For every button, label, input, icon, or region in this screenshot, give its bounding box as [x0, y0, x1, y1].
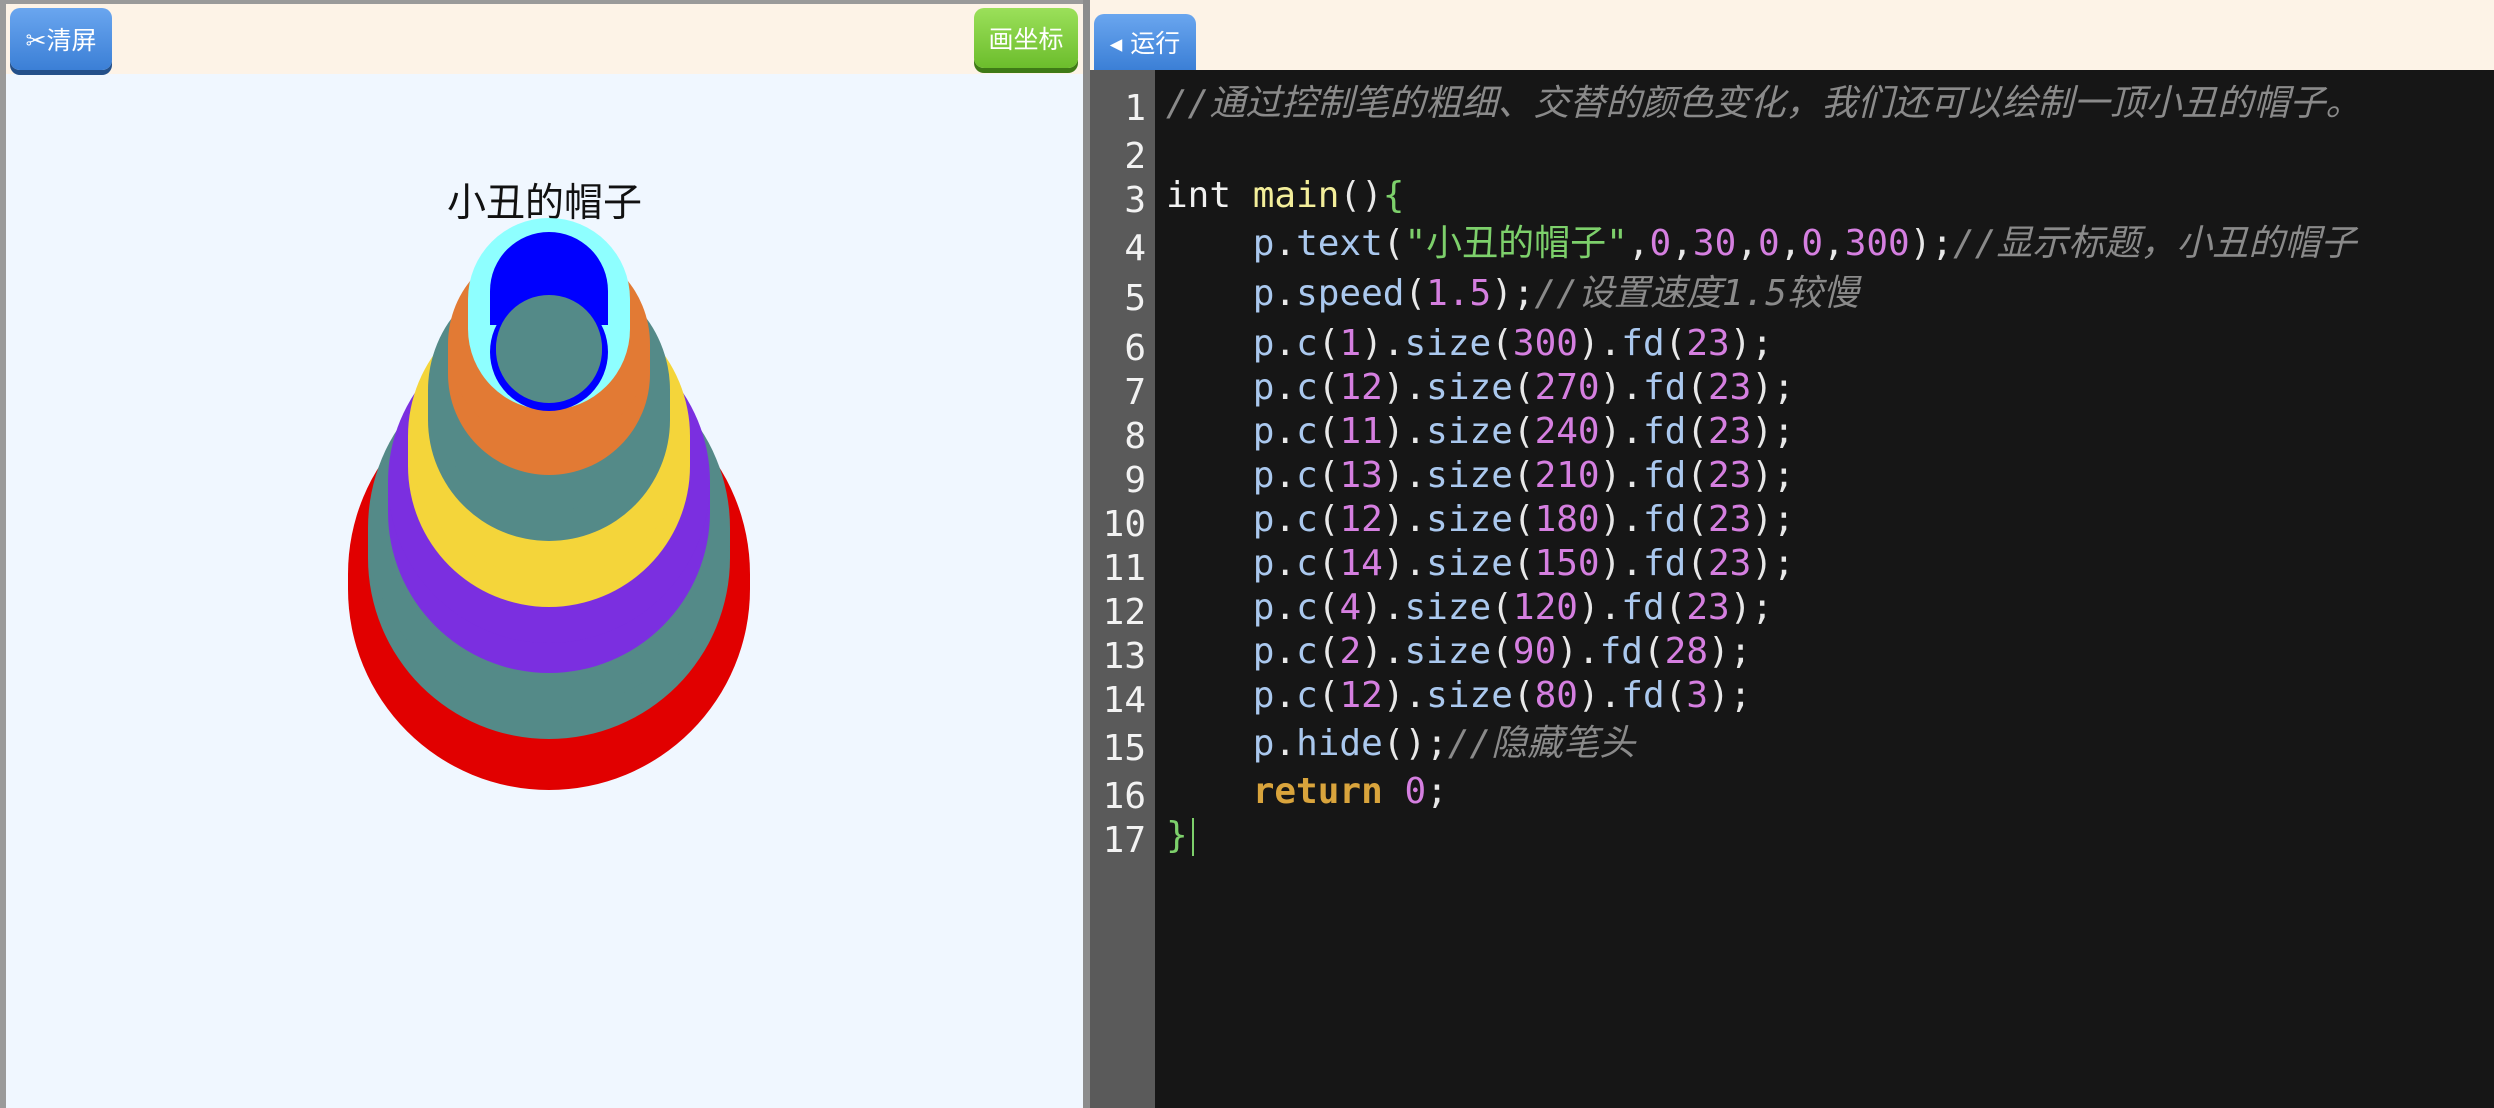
code-line[interactable]: p.c(4).size(120).fd(23); — [1166, 586, 1773, 630]
code-line[interactable]: p.c(12).size(270).fd(23); — [1166, 366, 1795, 410]
text-cursor — [1191, 818, 1194, 856]
line-number: 6 — [1124, 328, 1146, 369]
line-number: 15 — [1102, 728, 1146, 769]
line-number: 1 — [1124, 88, 1146, 129]
line-number: 11 — [1102, 548, 1146, 589]
line-number: 9 — [1124, 460, 1146, 501]
line-number: 3 — [1124, 180, 1146, 221]
line-number: 10 — [1102, 504, 1146, 545]
code-line[interactable]: } — [1166, 814, 1194, 858]
code-line[interactable]: p.c(12).size(180).fd(23); — [1166, 498, 1795, 542]
code-line[interactable]: //通过控制笔的粗细、交替的颜色变化，我们还可以绘制一顶小丑的帽子。 — [1166, 82, 2361, 126]
line-number: 14 — [1102, 680, 1146, 721]
line-number: 2 — [1124, 136, 1146, 177]
code-line[interactable]: p.c(13).size(210).fd(23); — [1166, 454, 1795, 498]
line-number: 7 — [1124, 372, 1146, 413]
editor-toolbar: ◂ 运行 — [1090, 0, 2494, 70]
pane-divider[interactable] — [1083, 0, 1090, 1108]
code-line[interactable]: p.c(12).size(80).fd(3); — [1166, 674, 1752, 718]
run-button[interactable]: ◂ 运行 — [1094, 14, 1196, 70]
code-line[interactable]: int main(){ — [1166, 174, 1404, 218]
code-line[interactable]: return 0; — [1166, 770, 1448, 814]
hat-top — [496, 295, 602, 403]
code-line[interactable]: p.text("小丑的帽子",0,30,0,0,300);//显示标题，小丑的帽… — [1166, 222, 2357, 266]
code-line[interactable]: p.speed(1.5);//设置速度1.5较慢 — [1166, 272, 1859, 316]
line-number: 17 — [1102, 820, 1146, 861]
line-number: 4 — [1124, 228, 1146, 269]
code-line[interactable]: p.c(1).size(300).fd(23); — [1166, 322, 1773, 366]
line-number: 8 — [1124, 416, 1146, 457]
code-line[interactable]: p.c(2).size(90).fd(28); — [1166, 630, 1752, 674]
line-number-gutter: 1 2 3 4 5 6 7 8 9 10 11 12 13 14 15 16 17 — [1090, 70, 1155, 1108]
code-line[interactable]: p.c(11).size(240).fd(23); — [1166, 410, 1795, 454]
code-line[interactable]: p.c(14).size(150).fd(23); — [1166, 542, 1795, 586]
line-number: 5 — [1124, 278, 1146, 319]
clown-hat-drawing — [348, 218, 750, 790]
code-line[interactable]: p.hide();//隐藏笔头 — [1166, 722, 1635, 766]
line-number: 13 — [1102, 636, 1146, 677]
line-number: 12 — [1102, 592, 1146, 633]
code-editor-pane: ◂ 运行 1 2 3 4 5 6 7 8 9 10 11 12 13 14 15 16 17 //通过控制笔的粗… — [1090, 0, 2494, 1108]
drawing-pane: ✂清屏 画坐标 小丑的帽子 — [0, 0, 1083, 1108]
line-number: 16 — [1102, 776, 1146, 817]
